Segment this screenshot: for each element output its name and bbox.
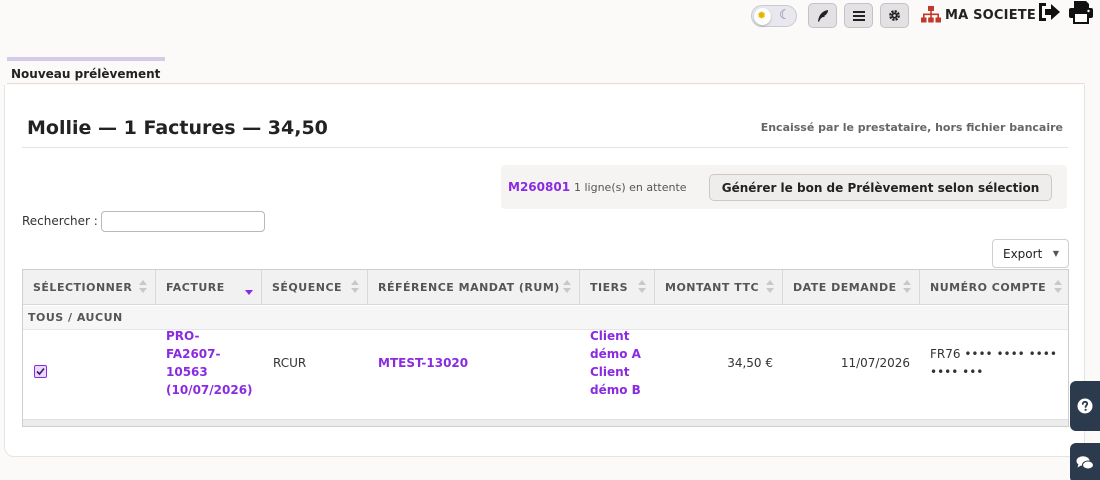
question-icon — [1077, 398, 1093, 414]
gear-icon — [889, 10, 900, 21]
invoice-table: SÉLECTIONNER FACTURE SÉQUENCE RÉFÉRENCE … — [22, 269, 1069, 427]
table-header: SÉLECTIONNER FACTURE SÉQUENCE RÉFÉRENCE … — [23, 270, 1068, 305]
sort-desc-icon — [245, 280, 253, 295]
col-header-montant[interactable]: MONTANT TTC — [655, 270, 783, 305]
sort-icon — [1054, 280, 1062, 294]
table-row: PRO- FA2607- 10563 (10/07/2026) RCUR MTE… — [23, 329, 1068, 417]
col-header-compte[interactable]: NUMÉRO COMPTE — [920, 270, 1068, 305]
moon-icon: ☾ — [779, 8, 791, 23]
sitemap-icon — [921, 6, 941, 23]
menu-button[interactable] — [844, 3, 873, 28]
tab-nouveau-prelevement[interactable]: Nouveau prélèvement — [7, 57, 165, 83]
page-subtitle: Encaissé par le prestataire, hors fichie… — [760, 121, 1063, 134]
chevron-down-icon: ▼ — [1052, 249, 1059, 258]
amount-cell: 34,50 € — [727, 356, 773, 370]
rum-link[interactable]: MTEST-13020 — [378, 354, 468, 372]
company-name: MA SOCIETE — [945, 7, 1036, 23]
col-header-date[interactable]: DATE DEMANDE — [783, 270, 920, 305]
tiers-link[interactable]: Client démo A Client démo B — [590, 327, 641, 399]
col-header-rum[interactable]: RÉFÉRENCE MANDAT (RUM) — [368, 270, 580, 305]
tab-label: Nouveau prélèvement — [11, 67, 161, 81]
sort-icon — [903, 280, 911, 294]
search-label: Rechercher : — [22, 214, 98, 228]
sort-icon — [766, 280, 774, 294]
top-bar: ✹ ☾ MA SOCIETE — [0, 0, 1100, 34]
col-header-facture[interactable]: FACTURE — [156, 270, 262, 305]
sequence-cell: RCUR — [273, 356, 307, 370]
help-button[interactable] — [1070, 381, 1100, 431]
generate-order-button[interactable]: Générer le bon de Prélèvement selon séle… — [709, 174, 1052, 201]
chat-icon — [1076, 456, 1094, 470]
col-header-select[interactable]: SÉLECTIONNER — [23, 270, 156, 305]
sort-icon — [139, 280, 147, 294]
menu-icon — [852, 10, 865, 21]
theme-toggle[interactable]: ✹ ☾ — [751, 5, 797, 27]
feather-icon — [817, 9, 828, 22]
printer-icon — [1069, 1, 1093, 24]
tab-divider — [7, 83, 1085, 84]
sort-icon — [563, 280, 571, 294]
settings-button[interactable] — [880, 3, 909, 28]
account-number-cell: FR76 •••• •••• •••• •••• ••• — [930, 347, 1057, 379]
sort-icon — [351, 280, 359, 294]
search-input[interactable] — [101, 211, 265, 232]
action-box: M260801 1 ligne(s) en attente Générer le… — [501, 165, 1067, 209]
col-header-sequence[interactable]: SÉQUENCE — [262, 270, 368, 305]
sun-icon: ✹ — [757, 9, 767, 22]
mandate-ref-link[interactable]: M260801 — [508, 180, 570, 194]
export-button[interactable]: Export ▼ — [992, 239, 1069, 268]
check-icon — [36, 367, 45, 376]
sort-icon — [638, 280, 646, 294]
feather-button[interactable] — [808, 3, 837, 28]
date-cell: 11/07/2026 — [840, 356, 910, 370]
company-link[interactable]: MA SOCIETE — [921, 3, 1036, 27]
print-button[interactable] — [1068, 0, 1094, 28]
logout-button[interactable] — [1036, 0, 1062, 28]
chat-button[interactable] — [1070, 443, 1100, 480]
row-checkbox[interactable] — [34, 365, 47, 378]
main-card: Mollie — 1 Factures — 34,50 Encaissé par… — [4, 85, 1085, 457]
select-all-toggle[interactable]: TOUS / AUCUN — [28, 311, 123, 324]
pending-count: 1 ligne(s) en attente — [574, 181, 687, 194]
export-label: Export — [1003, 246, 1043, 261]
title-divider — [22, 147, 1068, 148]
invoice-link[interactable]: PRO- FA2607- 10563 (10/07/2026) — [166, 327, 253, 399]
logout-icon — [1039, 3, 1060, 21]
page-title: Mollie — 1 Factures — 34,50 — [27, 117, 328, 139]
col-header-tiers[interactable]: TIERS — [580, 270, 655, 305]
horizontal-scrollbar[interactable] — [23, 419, 1068, 426]
